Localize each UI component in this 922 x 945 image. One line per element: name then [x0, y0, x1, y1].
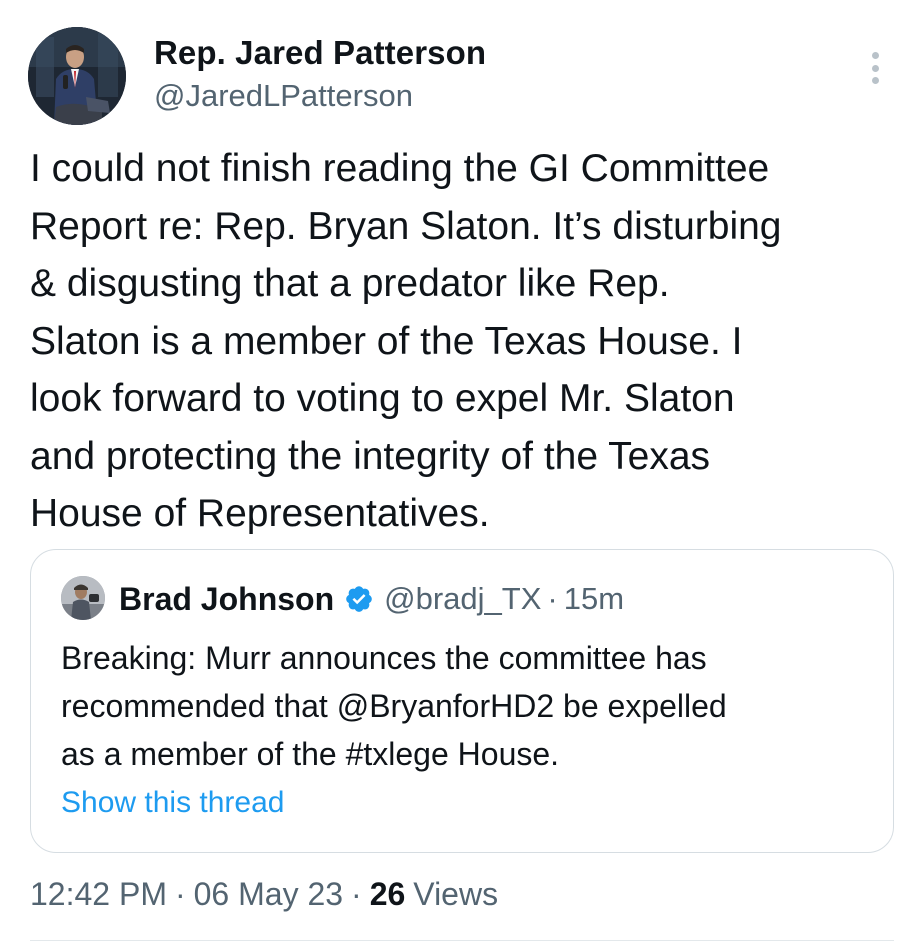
separator-dot: ·: [547, 581, 558, 616]
quoted-tweet-card[interactable]: Brad Johnson @bradj_TX · 15m Breaking: M…: [30, 549, 894, 853]
tweet-date[interactable]: 06 May 23: [194, 876, 343, 913]
tweet-meta: 12:42 PM · 06 May 23 · 26 Views: [30, 874, 498, 914]
tweet-text-line: and protecting the integrity of the Texa…: [30, 434, 711, 478]
quote-text: Breaking: Murr announces the committee h…: [61, 634, 881, 778]
quote-author-avatar[interactable]: [61, 576, 105, 620]
more-options-icon[interactable]: [860, 48, 890, 88]
quote-author-handle[interactable]: @bradj_TX: [384, 581, 541, 617]
menu-dot: [871, 52, 879, 59]
tweet-text-line: House of Representatives.: [30, 492, 490, 535]
verified-badge-icon: [344, 584, 374, 614]
menu-dot: [871, 64, 879, 72]
tweet-text-line: Slaton is a member of the Texas House. I: [30, 319, 743, 363]
author-avatar[interactable]: [28, 27, 126, 125]
show-thread-link[interactable]: Show this thread: [61, 786, 284, 820]
tweet-text: I could not finish reading the GI Commit…: [30, 140, 900, 543]
menu-dot: [871, 77, 879, 84]
quote-timestamp[interactable]: 15m: [564, 581, 624, 617]
separator-dot: ·: [351, 875, 362, 912]
tweet-time[interactable]: 12:42 PM: [30, 876, 167, 913]
divider: [30, 940, 894, 941]
views-label: Views: [413, 875, 499, 912]
tweet: Rep. Jared Patterson @JaredLPatterson I …: [0, 0, 922, 945]
quote-header: Brad Johnson @bradj_TX · 15m: [119, 579, 624, 619]
quote-text-line: recommended that @BryanforHD2 be expelle…: [61, 688, 727, 724]
tweet-text-line: Report re: Rep. Bryan Slaton. It’s distu…: [30, 204, 782, 248]
quote-author-name[interactable]: Brad Johnson: [119, 581, 334, 618]
quote-text-line: as a member of the #txlege House.: [61, 736, 560, 772]
quote-author-avatar-image: [61, 576, 105, 620]
tweet-text-line: I could not finish reading the GI Commit…: [30, 147, 770, 190]
tweet-text-line: & disgusting that a predator like Rep.: [30, 262, 670, 305]
quote-text-line: Breaking: Murr announces the committee h…: [61, 640, 707, 676]
tweet-text-line: look forward to voting to expel Mr. Slat…: [30, 377, 735, 420]
author-avatar-image: [28, 27, 126, 125]
author-handle[interactable]: @JaredLPatterson: [154, 78, 413, 114]
author-display-name[interactable]: Rep. Jared Patterson: [154, 34, 486, 72]
views-count[interactable]: 26: [370, 876, 406, 913]
separator-dot: ·: [174, 875, 186, 912]
